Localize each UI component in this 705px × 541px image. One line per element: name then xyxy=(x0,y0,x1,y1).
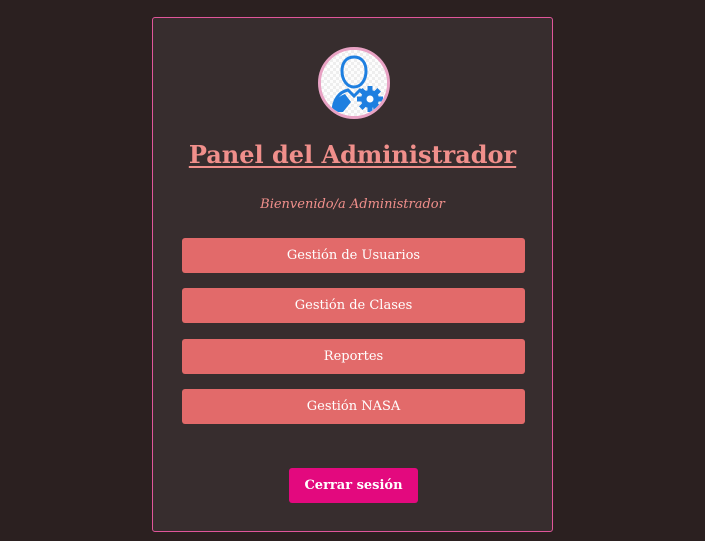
manage-users-button[interactable]: Gestión de Usuarios xyxy=(182,238,525,273)
admin-avatar xyxy=(318,47,390,119)
page-title: Panel del Administrador xyxy=(188,140,517,169)
reports-button[interactable]: Reportes xyxy=(182,339,525,374)
logout-button[interactable]: Cerrar sesión xyxy=(289,468,418,503)
welcome-message: Bienvenido/a Administrador xyxy=(260,197,445,212)
manage-classes-button[interactable]: Gestión de Clases xyxy=(182,288,525,323)
admin-user-gear-icon xyxy=(321,50,387,116)
admin-panel-card: Panel del Administrador Bienvenido/a Adm… xyxy=(152,17,553,532)
manage-nasa-button[interactable]: Gestión NASA xyxy=(182,389,525,424)
